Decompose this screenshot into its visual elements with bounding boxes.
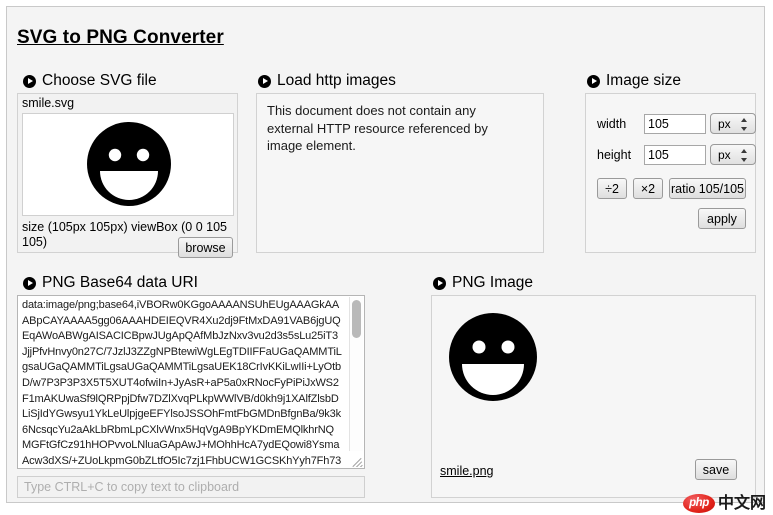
arrow-circle-icon xyxy=(258,74,271,88)
arrow-circle-icon xyxy=(23,276,36,290)
app-window: SVG to PNG Converter Choose SVG file smi… xyxy=(6,6,766,513)
base64-scrollbar[interactable] xyxy=(349,297,363,451)
base64-textarea[interactable]: data:image/png;base64,iVBORw0KGgoAAAANSU… xyxy=(17,295,365,469)
base64-scrollbar-thumb[interactable] xyxy=(352,300,361,338)
section-heading-label: Image size xyxy=(606,72,681,89)
smiley-face-icon xyxy=(87,122,171,206)
section-heading-choose-svg: Choose SVG file xyxy=(23,72,157,90)
stepper-arrows-icon xyxy=(741,118,748,131)
load-http-panel: This document does not contain any exter… xyxy=(256,93,544,253)
section-heading-label: PNG Image xyxy=(452,274,533,291)
png-filename-link[interactable]: smile.png xyxy=(440,464,494,478)
section-heading-label: Load http images xyxy=(277,72,396,89)
ratio-button[interactable]: ratio 105/105 xyxy=(669,178,746,199)
png-image-panel: smile.png save xyxy=(431,295,756,498)
halve-size-button[interactable]: ÷2 xyxy=(597,178,627,199)
arrow-circle-icon xyxy=(587,74,600,88)
smiley-face-icon xyxy=(449,313,537,401)
stepper-arrows-icon xyxy=(741,149,748,162)
section-heading-base64: PNG Base64 data URI xyxy=(23,274,198,292)
width-row: width px xyxy=(597,113,756,134)
save-button[interactable]: save xyxy=(695,459,737,480)
height-row: height px xyxy=(597,144,756,165)
width-input[interactable] xyxy=(644,113,706,134)
arrow-circle-icon xyxy=(23,74,36,88)
section-heading-image-size: Image size xyxy=(587,72,681,90)
height-input[interactable] xyxy=(644,144,706,165)
page-title: SVG to PNG Converter xyxy=(17,27,224,48)
svg-preview-area[interactable] xyxy=(22,113,234,216)
section-heading-label: Choose SVG file xyxy=(42,72,157,89)
image-size-panel: width px height px ÷2 ×2 ratio 105/105 a… xyxy=(585,93,756,253)
width-unit-label: px xyxy=(718,116,731,131)
resize-handle-icon[interactable] xyxy=(349,453,363,467)
height-unit-select[interactable]: px xyxy=(710,144,756,165)
double-size-button[interactable]: ×2 xyxy=(633,178,663,199)
svg-filename-label: smile.svg xyxy=(22,96,75,110)
width-label: width xyxy=(597,116,627,131)
section-heading-png-image: PNG Image xyxy=(433,274,533,292)
section-heading-label: PNG Base64 data URI xyxy=(42,274,198,291)
base64-text-content: data:image/png;base64,iVBORw0KGgoAAAANSU… xyxy=(22,299,342,467)
php-logo-icon: php xyxy=(683,493,715,513)
height-unit-label: px xyxy=(718,147,731,162)
width-unit-select[interactable]: px xyxy=(710,113,756,134)
apply-button[interactable]: apply xyxy=(698,208,746,229)
copy-hint-input[interactable] xyxy=(17,476,365,498)
height-label: height xyxy=(597,147,632,162)
browse-button[interactable]: browse xyxy=(178,237,233,258)
choose-svg-panel: smile.svg size (105px 105px) viewBox (0 … xyxy=(17,93,238,258)
section-heading-load-http: Load http images xyxy=(258,72,396,90)
watermark-text: 中文网 xyxy=(718,493,767,512)
http-message-text: This document does not contain any exter… xyxy=(267,103,488,153)
arrow-circle-icon xyxy=(433,276,446,290)
watermark: php 中文网 xyxy=(683,491,773,515)
